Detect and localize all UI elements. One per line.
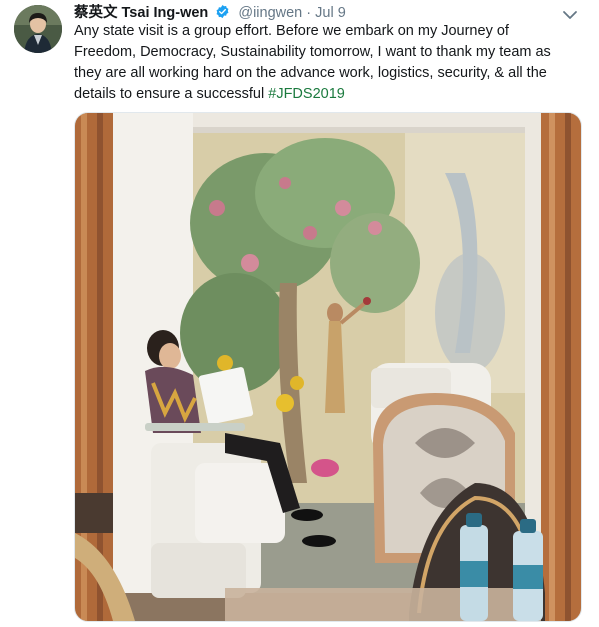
handle[interactable]: @iingwen <box>238 5 302 21</box>
avatar[interactable] <box>14 5 62 53</box>
hashtag-link[interactable]: #JFDS2019 <box>268 86 345 102</box>
tweet-photo[interactable] <box>74 112 582 622</box>
separator-dot: · <box>306 5 312 21</box>
tweet-date[interactable]: Jul 9 <box>315 5 346 21</box>
tweet-text: Any state visit is a group effort. Befor… <box>74 21 574 105</box>
display-name[interactable]: 蔡英文 Tsai Ing-wen <box>74 5 208 21</box>
tweet: 蔡英文 Tsai Ing-wen @iingwen · Jul 9 Any st… <box>0 0 599 627</box>
